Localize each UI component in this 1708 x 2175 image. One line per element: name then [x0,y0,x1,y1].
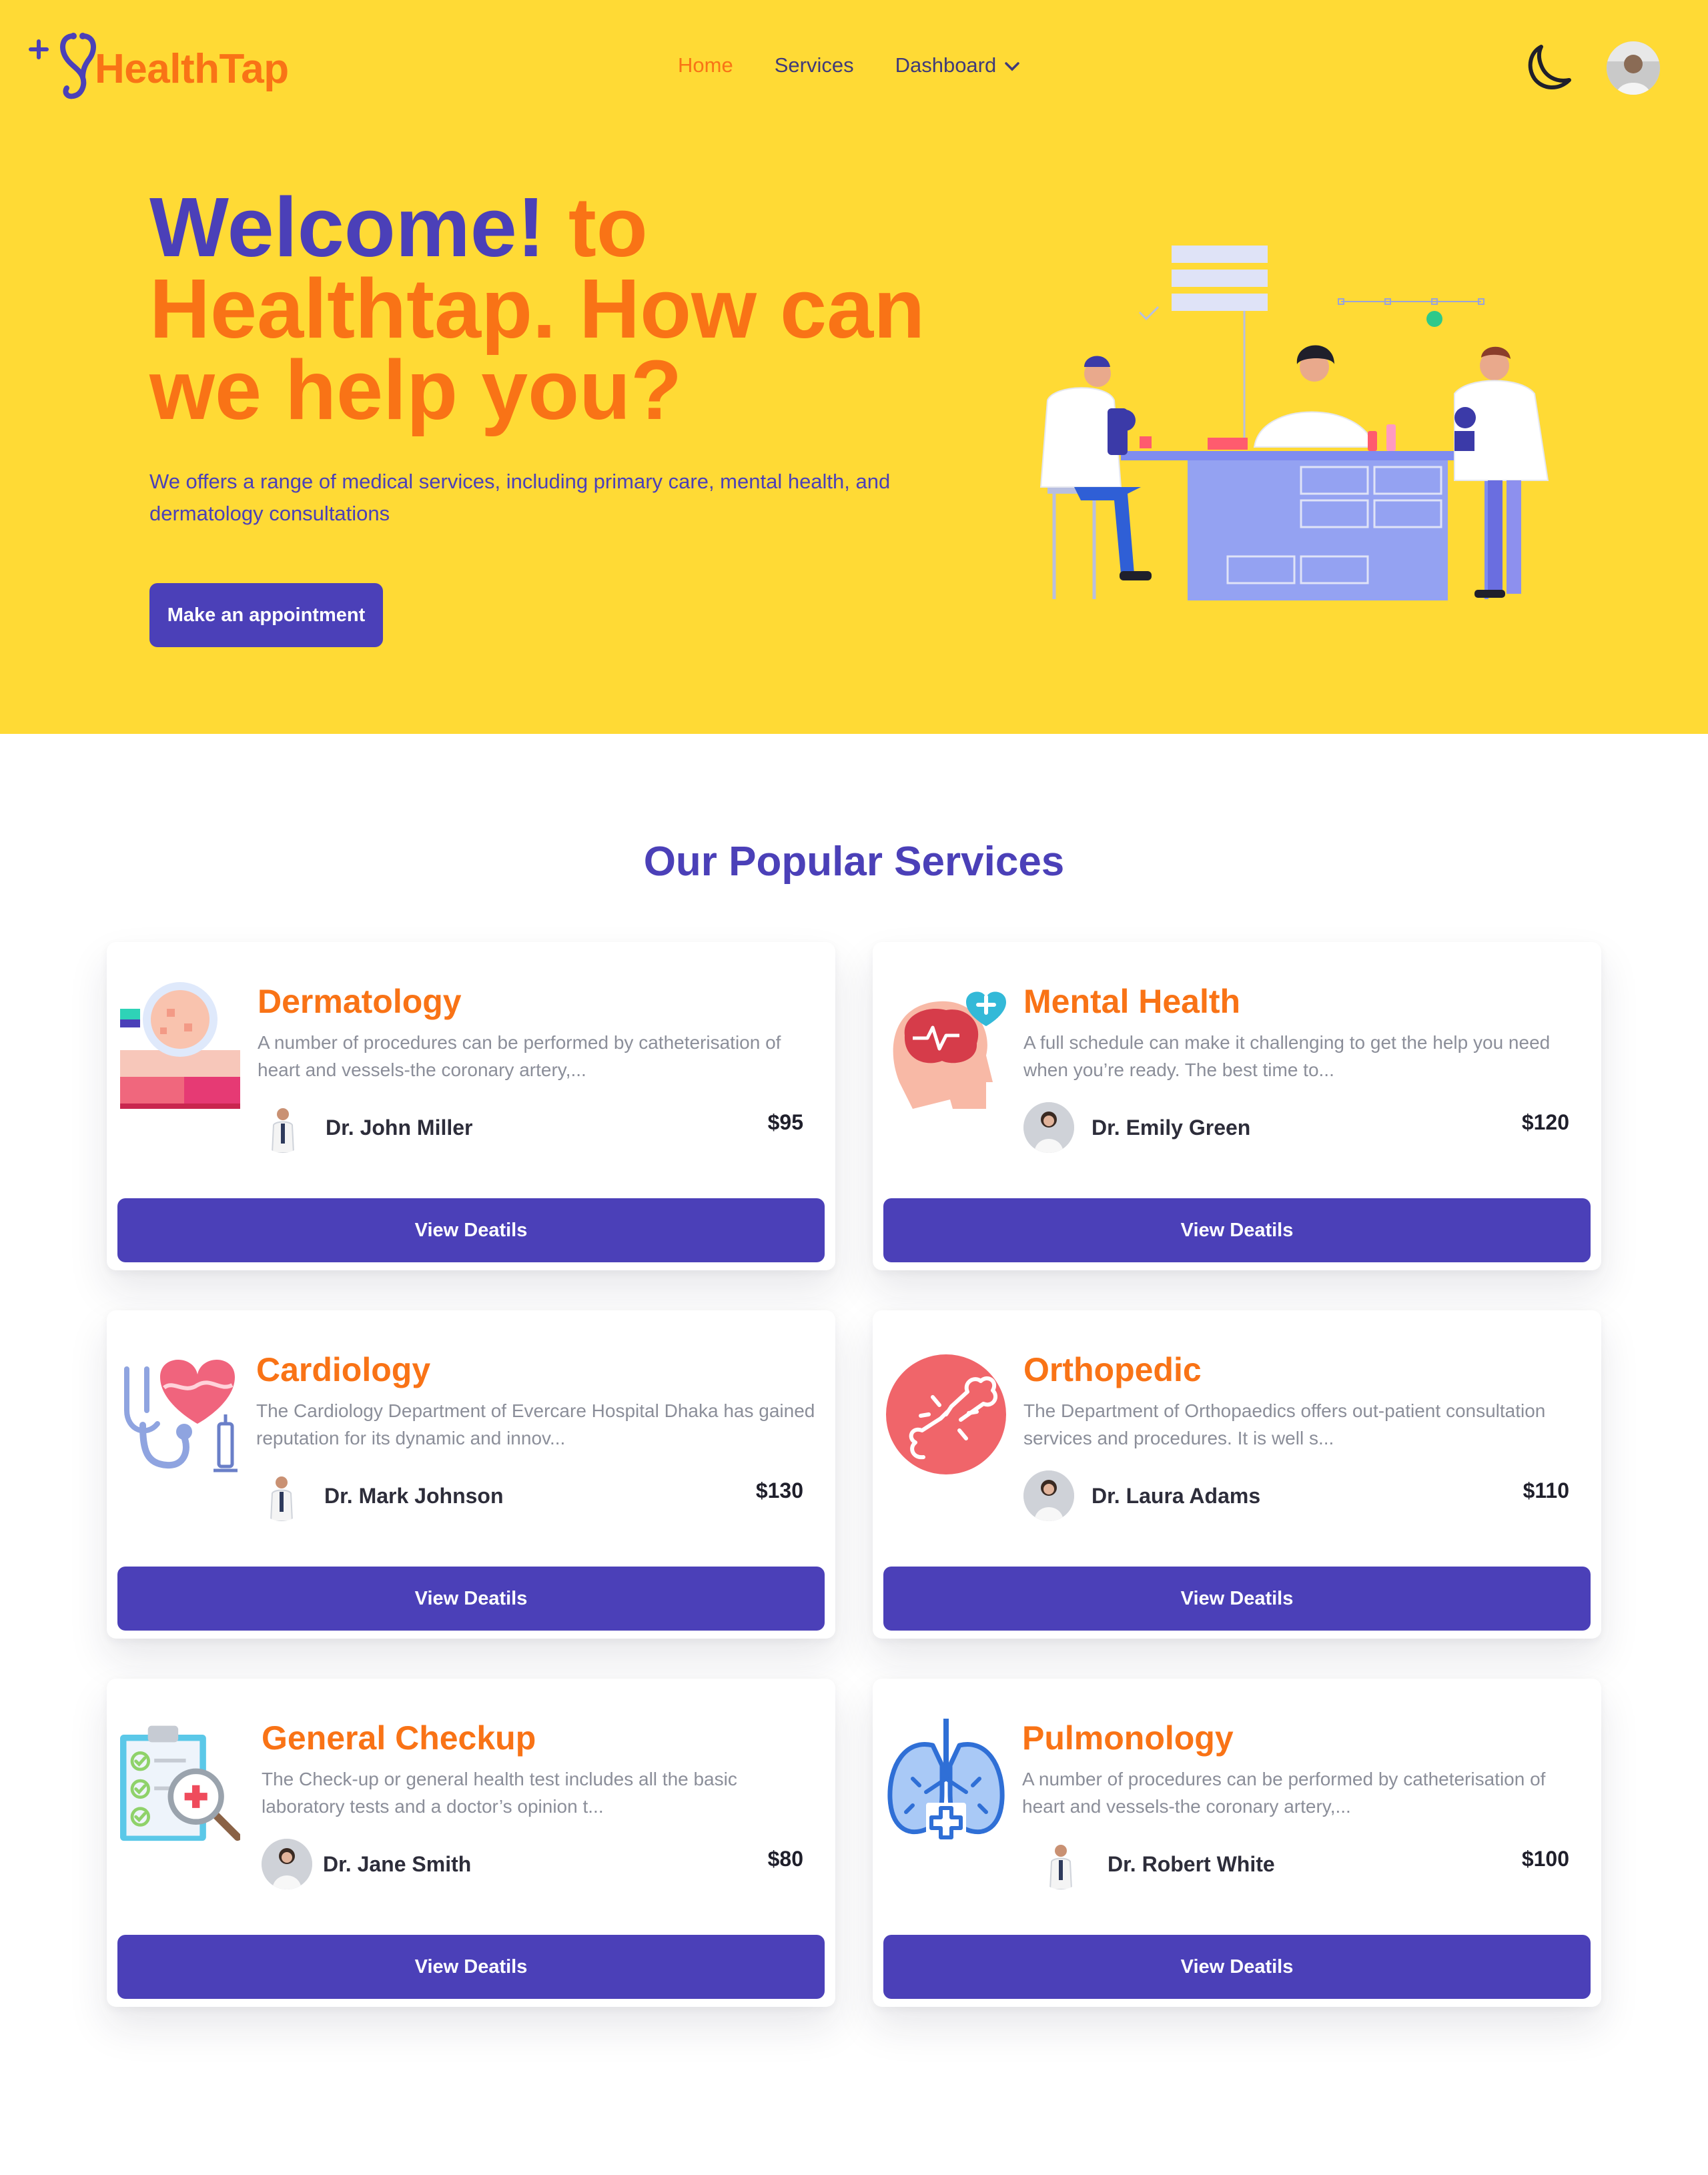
make-appointment-button[interactable]: Make an appointment [149,583,383,647]
brand-name-part1: Health [95,45,220,92]
doctor-avatar [1035,1839,1086,1889]
brand-name-part2: Tap [219,45,289,92]
view-details-button[interactable]: View Deatils [117,1567,825,1631]
service-description: A number of procedures can be performed … [258,1032,781,1080]
service-title: Mental Health [1023,983,1241,1020]
doctor-avatar [258,1102,308,1153]
chevron-down-icon [1005,62,1019,71]
service-description: The Department of Orthopaedics offers ou… [1023,1400,1546,1448]
service-description: The Cardiology Department of Evercare Ho… [256,1400,815,1448]
doctor-avatar-icon [271,1108,295,1153]
service-price: $80 [767,1847,803,1871]
service-price: $110 [1523,1478,1569,1502]
view-details-button[interactable]: View Deatils [883,1567,1591,1631]
hero-title: Welcome! to Healthtap. How can we help y… [149,185,1057,432]
service-title: Orthopedic [1023,1351,1202,1388]
service-card-orthopedic: Orthopedic The Department of Orthopaedic… [873,1310,1601,1639]
nav-home[interactable]: Home [678,53,733,77]
view-details-button[interactable]: View Deatils [117,1198,825,1262]
user-avatar[interactable] [1607,41,1660,95]
skin-icon [120,982,240,1109]
service-doctor: Dr. Jane Smith [262,1839,471,1889]
heart-stethoscope-icon [124,1359,238,1472]
doctor-avatar [1023,1102,1074,1153]
service-card-general-checkup: General Checkup The Check-up or general … [107,1679,835,2007]
doctor-avatar-icon [262,1839,312,1889]
clipboard-icon [120,1725,240,1841]
service-title: Pulmonology [1022,1719,1234,1757]
doctor-name: Dr. Mark Johnson [324,1483,504,1508]
view-details-button[interactable]: View Deatils [883,1198,1591,1262]
doctor-avatar [1023,1470,1074,1521]
brand-logo[interactable]: HealthTap [27,29,289,108]
service-description: A full schedule can make it challenging … [1023,1032,1551,1080]
service-card-mental-health: Mental Health A full schedule can make i… [873,942,1601,1270]
doctor-avatar-icon [1023,1102,1074,1153]
service-doctor: Dr. John Miller [258,1102,472,1153]
doctor-avatar [262,1839,312,1889]
service-doctor: Dr. Mark Johnson [256,1470,504,1521]
view-details-button[interactable]: View Deatils [883,1935,1591,1999]
hero-title-highlight: Welcome! [149,180,545,274]
service-title: Dermatology [258,983,462,1020]
lungs-icon [887,1719,1005,1843]
doctor-name: Dr. Jane Smith [323,1851,472,1876]
doctor-avatar-icon [1049,1845,1073,1889]
service-price: $100 [1521,1847,1569,1871]
service-description: A number of procedures can be performed … [1022,1769,1546,1817]
doctor-avatar-icon [270,1476,294,1521]
lab-scientists-illustration [1039,246,1549,600]
brain-icon [893,991,1006,1109]
nav-dashboard-label: Dashboard [895,53,997,77]
doctor-avatar-icon [1023,1470,1074,1521]
hero-section: HealthTap Home Services Dashboard Welcom… [0,0,1708,734]
service-title: General Checkup [262,1719,536,1757]
dark-mode-toggle-icon[interactable] [1521,41,1575,95]
doctor-name: Dr. John Miller [326,1115,473,1140]
stethoscope-logo-icon [29,33,96,99]
service-card-dermatology: Dermatology A number of procedures can b… [107,942,835,1270]
service-card-cardiology: Cardiology The Cardiology Department of … [107,1310,835,1639]
service-description: The Check-up or general health test incl… [262,1769,737,1817]
service-doctor: Dr. Laura Adams [1023,1470,1260,1521]
service-title: Cardiology [256,1351,431,1388]
nav-dashboard[interactable]: Dashboard [895,53,1021,77]
main-nav: Home Services Dashboard [678,53,1061,77]
doctor-name: Dr. Robert White [1108,1851,1275,1876]
doctor-avatar [256,1470,307,1521]
service-price: $95 [767,1110,803,1134]
brand-name: HealthTap [95,45,289,93]
hero-subtitle: We offers a range of medical services, i… [149,470,891,525]
service-doctor: Dr. Emily Green [1023,1102,1250,1153]
service-price: $120 [1521,1110,1569,1134]
bone-icon [886,1354,1006,1474]
service-card-pulmonology: Pulmonology A number of procedures can b… [873,1679,1601,2007]
view-details-button[interactable]: View Deatils [117,1935,825,1999]
services-heading: Our Popular Services [643,839,1065,885]
nav-services[interactable]: Services [775,53,854,77]
doctor-name: Dr. Laura Adams [1092,1483,1261,1508]
user-photo-icon [1607,41,1660,95]
service-doctor: Dr. Robert White [1035,1839,1275,1889]
doctor-name: Dr. Emily Green [1092,1115,1251,1140]
service-price: $130 [755,1478,803,1502]
